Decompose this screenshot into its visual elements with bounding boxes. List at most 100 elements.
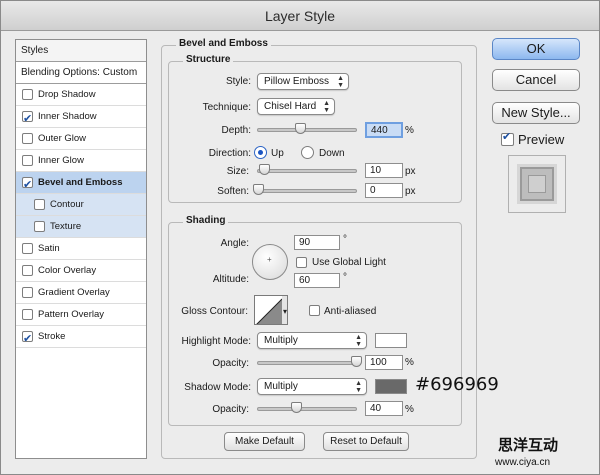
soften-slider-knob[interactable] bbox=[253, 184, 264, 195]
styles-item-outer-glow[interactable]: Outer Glow bbox=[16, 128, 146, 150]
style-checkbox[interactable] bbox=[22, 328, 33, 350]
style-checkbox[interactable] bbox=[22, 265, 33, 276]
preview-thumbnail-shape bbox=[517, 164, 557, 204]
styles-item-stroke[interactable]: Stroke bbox=[16, 326, 146, 350]
style-popup[interactable]: Pillow Emboss ▲ ▼ bbox=[257, 73, 349, 90]
highlight-mode-value: Multiply bbox=[264, 335, 298, 346]
altitude-field[interactable]: 60 bbox=[294, 273, 340, 288]
direction-up-label: Up bbox=[271, 148, 284, 159]
shadow-opacity-field[interactable]: 40 bbox=[365, 401, 403, 416]
angle-field[interactable]: 90 bbox=[294, 235, 340, 250]
shadow-opacity-slider-track[interactable] bbox=[257, 407, 357, 411]
depth-slider-track[interactable] bbox=[257, 128, 357, 132]
contour-curve-icon: ▾ bbox=[256, 296, 287, 324]
size-slider-track[interactable] bbox=[257, 169, 357, 173]
soften-label: Soften: bbox=[217, 186, 249, 197]
technique-label: Technique: bbox=[202, 102, 251, 113]
soften-slider-track[interactable] bbox=[257, 189, 357, 193]
shadow-mode-popup[interactable]: Multiply ▲ ▼ bbox=[257, 378, 367, 395]
svg-text:▾: ▾ bbox=[283, 307, 287, 316]
depth-slider-knob[interactable] bbox=[295, 123, 306, 134]
direction-down-radio[interactable] bbox=[301, 146, 314, 159]
shadow-opacity-slider-knob[interactable] bbox=[291, 402, 302, 413]
use-global-light-label: Use Global Light bbox=[312, 257, 386, 268]
use-global-light-checkbox[interactable] bbox=[296, 257, 307, 268]
styles-list: Drop Shadow Inner Shadow Outer Glow Inner G… bbox=[16, 84, 146, 350]
highlight-opacity-unit: % bbox=[405, 357, 414, 368]
ok-button[interactable]: OK bbox=[492, 38, 580, 60]
styles-item-inner-shadow[interactable]: Inner Shadow bbox=[16, 106, 146, 130]
styles-item-label: Inner Shadow bbox=[38, 110, 97, 122]
style-checkbox[interactable] bbox=[34, 199, 45, 210]
gloss-contour-swatch[interactable]: ▾ bbox=[254, 295, 288, 325]
anti-aliased-checkbox[interactable] bbox=[309, 305, 320, 316]
soften-unit: px bbox=[405, 186, 416, 197]
preview-thumbnail bbox=[508, 155, 566, 213]
angle-label: Angle: bbox=[220, 238, 249, 249]
styles-item-gradient-overlay[interactable]: Gradient Overlay bbox=[16, 282, 146, 304]
style-checkbox[interactable] bbox=[22, 155, 33, 166]
highlight-opacity-label: Opacity: bbox=[212, 358, 249, 369]
cancel-button[interactable]: Cancel bbox=[492, 69, 580, 91]
styles-item-contour[interactable]: Contour bbox=[16, 194, 146, 216]
styles-item-label: Contour bbox=[50, 198, 84, 210]
make-default-button[interactable]: Make Default bbox=[224, 432, 305, 451]
styles-panel: Styles Blending Options: Custom Drop Sha… bbox=[15, 39, 147, 459]
preview-checkbox[interactable] bbox=[501, 130, 514, 146]
popup-arrows-icon: ▲ ▼ bbox=[337, 75, 344, 89]
styles-item-color-overlay[interactable]: Color Overlay bbox=[16, 260, 146, 282]
reset-to-default-button[interactable]: Reset to Default bbox=[323, 432, 409, 451]
style-checkbox[interactable] bbox=[22, 89, 33, 100]
depth-unit: % bbox=[405, 125, 414, 136]
styles-item-label: Gradient Overlay bbox=[38, 286, 110, 298]
styles-item-pattern-overlay[interactable]: Pattern Overlay bbox=[16, 304, 146, 326]
styles-item-drop-shadow[interactable]: Drop Shadow bbox=[16, 84, 146, 106]
shadow-mode-label: Shadow Mode: bbox=[184, 382, 251, 393]
watermark-chinese: 思洋互动 bbox=[498, 436, 559, 454]
style-checkbox[interactable] bbox=[22, 108, 33, 130]
styles-item-label: Outer Glow bbox=[38, 132, 87, 144]
bevel-emboss-title: Bevel and Emboss bbox=[176, 38, 271, 49]
styles-item-bevel-and-emboss[interactable]: Bevel and Emboss bbox=[16, 172, 146, 196]
styles-item-texture[interactable]: Texture bbox=[16, 216, 146, 238]
style-checkbox[interactable] bbox=[22, 287, 33, 298]
style-checkbox[interactable] bbox=[34, 221, 45, 232]
structure-title: Structure bbox=[183, 54, 234, 65]
blending-options-item[interactable]: Blending Options: Custom bbox=[16, 62, 146, 84]
highlight-color-swatch[interactable] bbox=[375, 333, 407, 348]
highlight-mode-label: Highlight Mode: bbox=[181, 336, 251, 347]
popup-arrows-icon: ▲ ▼ bbox=[355, 334, 362, 348]
style-label: Style: bbox=[225, 76, 251, 87]
styles-item-inner-glow[interactable]: Inner Glow bbox=[16, 150, 146, 172]
styles-item-label: Bevel and Emboss bbox=[38, 176, 123, 188]
popup-arrows-icon: ▲ ▼ bbox=[355, 380, 362, 394]
angle-unit: ° bbox=[343, 234, 347, 245]
style-checkbox[interactable] bbox=[22, 174, 33, 196]
style-checkbox[interactable] bbox=[22, 309, 33, 320]
soften-field[interactable]: 0 bbox=[365, 183, 403, 198]
size-slider-knob[interactable] bbox=[259, 164, 270, 175]
angle-dial[interactable]: + bbox=[252, 244, 288, 280]
size-label: Size: bbox=[226, 166, 249, 177]
size-field[interactable]: 10 bbox=[365, 163, 403, 178]
shadow-opacity-unit: % bbox=[405, 404, 414, 415]
technique-popup-value: Chisel Hard bbox=[264, 101, 317, 112]
light-source-icon: + bbox=[267, 255, 272, 264]
shadow-color-swatch[interactable] bbox=[375, 379, 407, 394]
highlight-opacity-slider-track[interactable] bbox=[257, 361, 357, 365]
depth-field[interactable]: 440 bbox=[365, 122, 403, 138]
new-style-button[interactable]: New Style... bbox=[492, 102, 580, 124]
style-checkbox[interactable] bbox=[22, 243, 33, 254]
highlight-opacity-slider-knob[interactable] bbox=[351, 356, 362, 367]
styles-header[interactable]: Styles bbox=[16, 40, 146, 62]
popup-arrows-icon: ▲ ▼ bbox=[323, 100, 330, 114]
direction-up-radio[interactable] bbox=[254, 146, 267, 159]
highlight-opacity-field[interactable]: 100 bbox=[365, 355, 403, 370]
depth-label: Depth: bbox=[221, 125, 251, 136]
highlight-mode-popup[interactable]: Multiply ▲ ▼ bbox=[257, 332, 367, 349]
styles-item-satin[interactable]: Satin bbox=[16, 238, 146, 260]
style-checkbox[interactable] bbox=[22, 133, 33, 144]
styles-item-label: Stroke bbox=[38, 330, 66, 342]
size-unit: px bbox=[405, 166, 416, 177]
technique-popup[interactable]: Chisel Hard ▲ ▼ bbox=[257, 98, 335, 115]
